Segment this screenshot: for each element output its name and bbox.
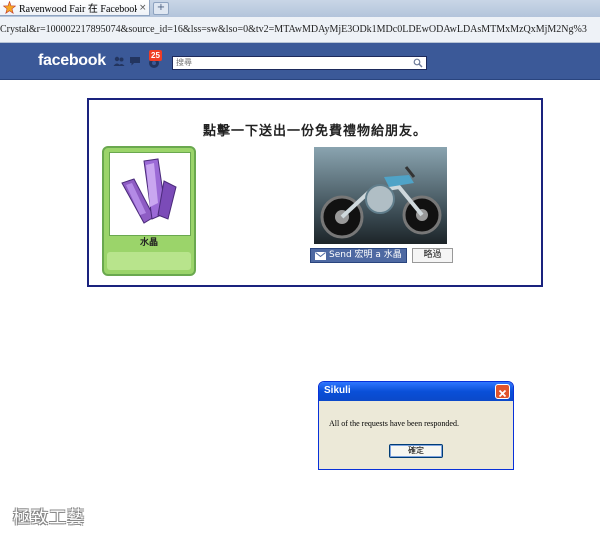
motorcycle-photo-icon <box>320 166 442 239</box>
facebook-search-box[interactable] <box>172 56 427 70</box>
watermark-text: 極致工藝 <box>13 508 85 528</box>
new-tab-button[interactable]: + <box>153 2 169 15</box>
friend-requests-icon[interactable] <box>113 55 125 67</box>
gift-prompt: 點擊一下送出一份免費禮物給朋友。 <box>202 124 427 139</box>
messages-icon[interactable] <box>129 55 141 67</box>
browser-tab-strip: Ravenwood Fair 在 Facebook × + <box>0 0 600 17</box>
gift-card-footer <box>107 252 191 270</box>
dialog-close-button[interactable] <box>495 384 510 399</box>
send-gift-button[interactable]: Send 宏明 a 水晶 <box>310 248 407 263</box>
skip-button[interactable]: 略過 <box>412 248 453 263</box>
gift-item-label: 水晶 <box>139 238 158 248</box>
address-bar[interactable]: Crystal&r=100002217895074&source_id=16&l… <box>0 22 600 37</box>
gift-item-card[interactable]: 水晶 <box>102 146 196 276</box>
dialog-titlebar[interactable]: Sikuli <box>319 382 513 401</box>
friend-photo <box>314 147 447 244</box>
envelope-icon <box>315 252 326 260</box>
search-input[interactable] <box>173 57 408 69</box>
dialog-title: Sikuli <box>324 385 351 396</box>
send-gift-panel: 點擊一下送出一份免費禮物給朋友。 水晶 Send 宏明 a 水晶 略過 <box>87 98 543 287</box>
facebook-logo[interactable]: facebook <box>38 52 106 70</box>
browser-toolbar: Crystal&r=100002217895074&source_id=16&l… <box>0 17 600 43</box>
notification-badge: 25 <box>149 50 162 61</box>
dialog-message: All of the requests have been responded. <box>329 419 459 428</box>
tab-title: Ravenwood Fair 在 Facebook <box>19 4 137 15</box>
tab-close-icon[interactable]: × <box>139 3 147 13</box>
search-icon[interactable] <box>413 58 423 68</box>
gift-item-frame <box>109 152 191 236</box>
crystal-icon <box>121 158 177 224</box>
ravenwood-favicon-icon <box>3 1 16 14</box>
dialog-ok-button[interactable]: 確定 <box>389 444 443 458</box>
send-gift-label: Send 宏明 a 水晶 <box>329 250 402 260</box>
browser-tab[interactable]: Ravenwood Fair 在 Facebook × <box>0 0 150 16</box>
sikuli-dialog: Sikuli All of the requests have been res… <box>318 381 514 470</box>
close-icon <box>498 389 507 398</box>
